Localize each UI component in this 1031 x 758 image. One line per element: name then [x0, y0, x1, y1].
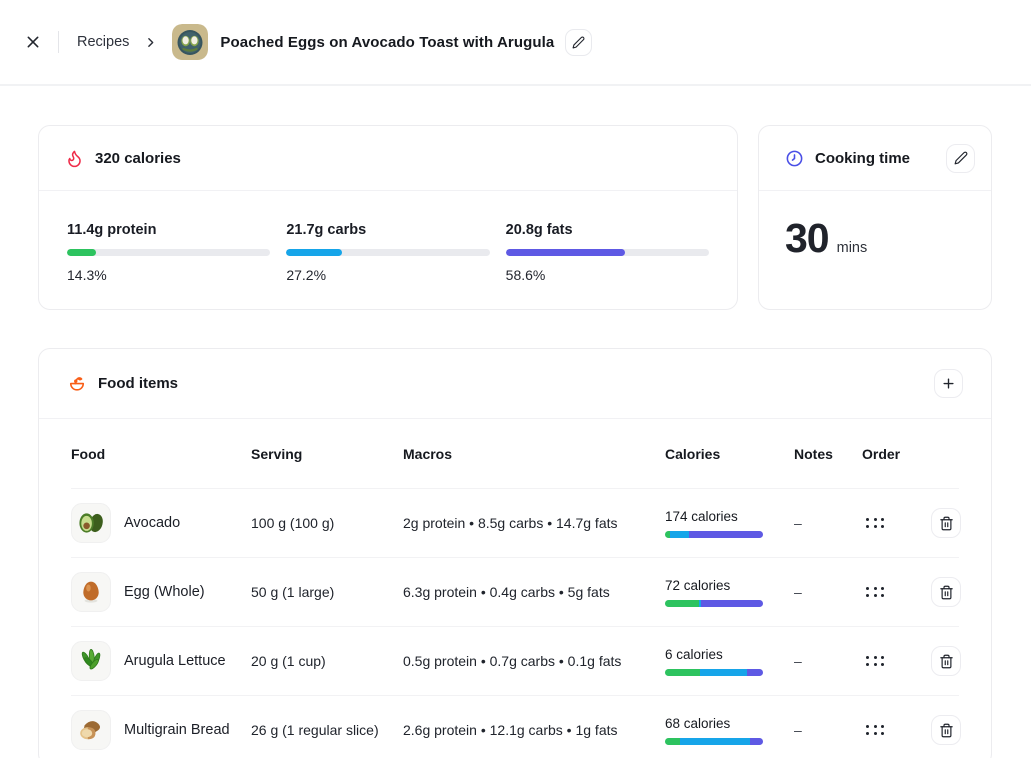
carbs-label: 21.7g carbs: [286, 222, 489, 238]
cooking-time-value: 30: [785, 215, 829, 262]
total-calories-label: 320 calories: [95, 150, 181, 167]
trash-icon: [939, 654, 954, 669]
serving-value: 100 g (100 g): [251, 515, 403, 531]
serving-value: 50 g (1 large): [251, 584, 403, 600]
add-food-item-button[interactable]: [934, 369, 963, 398]
col-serving: Serving: [251, 446, 403, 462]
cooking-time-unit: mins: [837, 240, 868, 256]
plus-icon: [941, 376, 956, 391]
topbar-divider: [58, 31, 59, 53]
notes-value: –: [794, 653, 862, 669]
notes-value: –: [794, 722, 862, 738]
cooking-time-label: Cooking time: [815, 150, 910, 167]
macro-distribution-bar: [665, 738, 763, 745]
col-macros: Macros: [403, 446, 665, 462]
drag-handle[interactable]: [862, 583, 888, 601]
macros-value: 2.6g protein • 12.1g carbs • 1g fats: [403, 722, 665, 738]
serving-value: 26 g (1 regular slice): [251, 722, 403, 738]
food-name: Avocado: [124, 515, 180, 531]
main-content: 320 calories 11.4g protein 14.3% 21.7g c…: [0, 86, 1031, 758]
page-title: Poached Eggs on Avocado Toast with Arugu…: [220, 34, 554, 51]
trash-icon: [939, 723, 954, 738]
edit-title-button[interactable]: [565, 29, 592, 56]
recipe-thumbnail: [172, 24, 208, 60]
table-row-avocado: Avocado 100 g (100 g) 2g protein • 8.5g …: [71, 489, 959, 558]
close-button[interactable]: [18, 27, 48, 57]
calories-card: 320 calories 11.4g protein 14.3% 21.7g c…: [38, 125, 738, 310]
pencil-icon: [572, 36, 585, 49]
serving-value: 20 g (1 cup): [251, 653, 403, 669]
fats-progress-bar: [506, 249, 709, 256]
food-items-table: Food Serving Macros Calories Notes Order: [39, 419, 991, 758]
table-header-row: Food Serving Macros Calories Notes Order: [71, 419, 959, 489]
bread-image: [71, 710, 111, 750]
delete-food-button[interactable]: [931, 646, 961, 676]
table-row-arugula: Arugula Lettuce 20 g (1 cup) 0.5g protei…: [71, 627, 959, 696]
food-name: Egg (Whole): [124, 584, 205, 600]
fats-percent: 58.6%: [506, 267, 709, 283]
delete-food-button[interactable]: [931, 508, 961, 538]
trash-icon: [939, 585, 954, 600]
calories-value: 174 calories: [665, 509, 794, 524]
drag-handle[interactable]: [862, 514, 888, 532]
col-order: Order: [862, 446, 931, 462]
carbs-percent: 27.2%: [286, 267, 489, 283]
flame-icon: [65, 149, 84, 168]
table-row-bread: Multigrain Bread 26 g (1 regular slice) …: [71, 696, 959, 758]
macros-value: 6.3g protein • 0.4g carbs • 5g fats: [403, 584, 665, 600]
protein-progress-bar: [67, 249, 270, 256]
macros-value: 2g protein • 8.5g carbs • 14.7g fats: [403, 515, 665, 531]
edit-cooking-time-button[interactable]: [946, 144, 975, 173]
macro-distribution-bar: [665, 669, 763, 676]
breadcrumb-recipes[interactable]: Recipes: [77, 34, 129, 50]
fats-label: 20.8g fats: [506, 222, 709, 238]
clock-icon: [785, 149, 804, 168]
delete-food-button[interactable]: [931, 715, 961, 745]
protein-percent: 14.3%: [67, 267, 270, 283]
notes-value: –: [794, 515, 862, 531]
col-food: Food: [71, 446, 251, 462]
food-items-title: Food items: [98, 375, 178, 392]
recipe-detail-page: Recipes Poached Eggs on Avocado Toast wi…: [0, 0, 1031, 758]
top-bar: Recipes Poached Eggs on Avocado Toast wi…: [0, 0, 1031, 86]
macro-protein: 11.4g protein 14.3%: [67, 222, 270, 283]
food-name: Multigrain Bread: [124, 722, 230, 738]
trash-icon: [939, 516, 954, 531]
drag-handle[interactable]: [862, 652, 888, 670]
table-row-egg: Egg (Whole) 50 g (1 large) 6.3g protein …: [71, 558, 959, 627]
food-name: Arugula Lettuce: [124, 653, 226, 669]
food-bowl-icon: [67, 374, 87, 394]
protein-label: 11.4g protein: [67, 222, 270, 238]
calories-value: 68 calories: [665, 716, 794, 731]
close-icon: [25, 34, 41, 50]
macro-fats: 20.8g fats 58.6%: [506, 222, 709, 283]
notes-value: –: [794, 584, 862, 600]
calories-value: 72 calories: [665, 578, 794, 593]
drag-handle[interactable]: [862, 721, 888, 739]
egg-image: [71, 572, 111, 612]
pencil-icon: [954, 151, 968, 165]
chevron-right-icon: [144, 36, 157, 49]
macro-carbs: 21.7g carbs 27.2%: [286, 222, 489, 283]
cooking-time-card: Cooking time 30 mins: [758, 125, 992, 310]
avocado-image: [71, 503, 111, 543]
delete-food-button[interactable]: [931, 577, 961, 607]
col-calories: Calories: [665, 446, 794, 462]
macros-value: 0.5g protein • 0.7g carbs • 0.1g fats: [403, 653, 665, 669]
macro-distribution-bar: [665, 600, 763, 607]
calories-value: 6 calories: [665, 647, 794, 662]
macro-distribution-bar: [665, 531, 763, 538]
col-notes: Notes: [794, 446, 862, 462]
food-items-card: Food items Food Serving Macros Calories …: [38, 348, 992, 758]
arugula-image: [71, 641, 111, 681]
carbs-progress-bar: [286, 249, 489, 256]
